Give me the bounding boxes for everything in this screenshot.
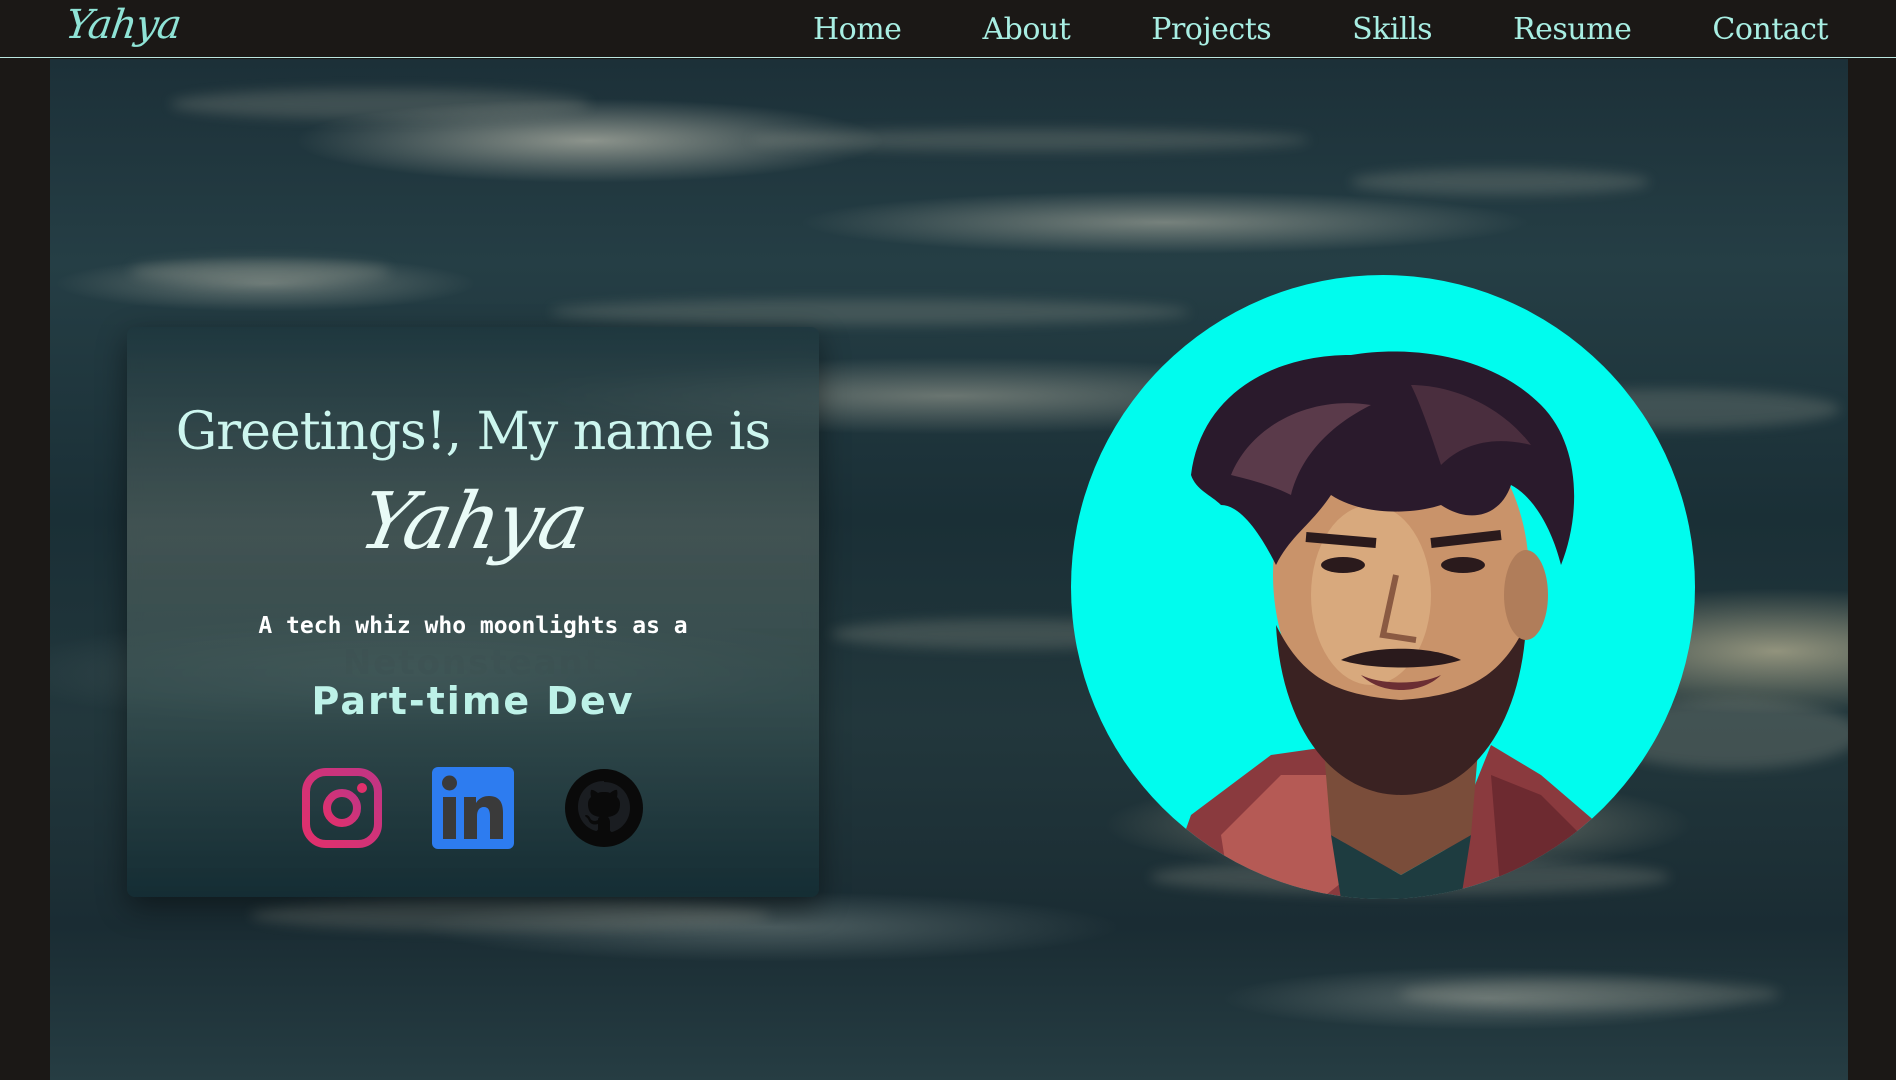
water-highlight [130, 259, 390, 283]
nav-resume[interactable]: Resume [1513, 12, 1632, 47]
water-highlight [170, 89, 590, 119]
nav-projects[interactable]: Projects [1151, 12, 1271, 47]
social-links [127, 767, 819, 849]
nav-about[interactable]: About [982, 12, 1070, 47]
nav-skills[interactable]: Skills [1352, 12, 1432, 47]
water-highlight [1400, 979, 1780, 1009]
profile-avatar [1071, 275, 1695, 899]
nav-contact[interactable]: Contact [1712, 12, 1828, 47]
tagline-text: A tech whiz who moonlights as a [258, 613, 688, 639]
greeting-text: Greetings!, My name is [175, 402, 771, 462]
nav-home[interactable]: Home [813, 12, 902, 47]
water-highlight [1350, 169, 1650, 195]
water-highlight [550, 299, 1190, 325]
instagram-icon[interactable] [301, 767, 383, 849]
avatar-illustration [1161, 351, 1641, 899]
hero-section: Greetings!, My name is Yahya A tech whiz… [50, 59, 1848, 1080]
site-logo[interactable]: Yahya [63, 2, 184, 48]
navbar: Yahya Home About Projects Skills Resume … [0, 0, 1896, 58]
water-highlight [250, 899, 770, 931]
water-highlight [750, 129, 1310, 151]
name-heading: Yahya [352, 477, 594, 567]
role-ghost-text: Netonsteant [342, 643, 604, 683]
nav-links: Home About Projects Skills Resume Contac… [732, 12, 1828, 47]
linkedin-icon[interactable] [432, 767, 514, 849]
intro-card: Greetings!, My name is Yahya A tech whiz… [127, 327, 819, 897]
github-icon[interactable] [563, 767, 645, 849]
role-text: Part-time Dev [311, 679, 635, 723]
